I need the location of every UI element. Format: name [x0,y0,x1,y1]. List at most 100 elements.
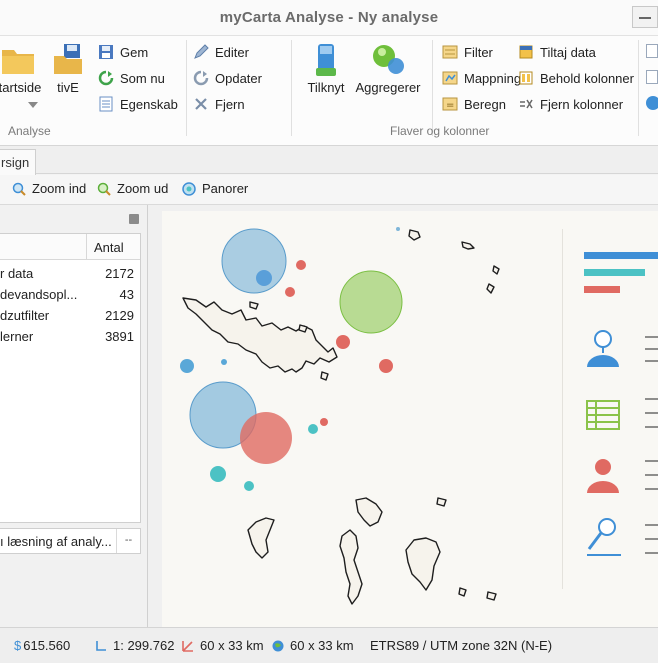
ribbon-separator [432,40,433,136]
opdater-label: Opdater [215,70,262,86]
zoom-out-icon [97,182,111,196]
minimize-button[interactable] [632,6,658,28]
chevron-down-icon [28,102,38,108]
layers-panel: Antal r data 2172 devandsopl... 43 dzutf… [0,205,148,627]
refresh-green-icon [98,70,114,86]
title-bar: myCarta Analyse - Ny analyse [0,0,658,36]
remove-icon [193,96,209,112]
status-bar: $ 615.560 1: 299.762 60 x 33 km 60 x 33 … [0,627,658,663]
fjern-kolonner-button[interactable]: Fjern kolonner [518,93,623,115]
dollar-icon: $ [14,638,22,653]
user-search-icon [587,518,621,556]
status-cost: $ 615.560 [14,638,70,653]
zoom-in-button[interactable]: Zoom ind [12,181,86,196]
user-blue-icon [587,330,619,367]
svg-text:=: = [446,100,454,111]
gem-label: Gem [120,44,149,60]
pin-icon[interactable] [129,214,139,224]
row-count: 43 [119,287,134,302]
editer-button[interactable]: Editer [193,41,249,63]
edit-icon [193,44,209,60]
filter-label: Filter [464,44,493,60]
globe-icon[interactable] [646,96,658,110]
status-extent-2-value: 60 x 33 km [290,638,354,653]
remove-columns-icon [518,96,534,112]
status-extent: 60 x 33 km [182,638,264,653]
beregn-label: Beregn [464,96,506,112]
more-icon[interactable] [646,70,658,84]
globe-icon [272,640,284,652]
user-red-icon [587,459,619,493]
tiltaj-data-label: Tiltaj data [540,44,596,60]
beregn-button[interactable]: = Beregn [442,93,506,115]
analyse-group-label: Analyse [8,124,51,138]
fjern-button[interactable]: Fjern [193,93,245,115]
pan-button[interactable]: Panorer [182,181,248,196]
column-separator[interactable] [86,234,87,260]
calculate-icon: = [442,96,458,112]
more-icon[interactable] [646,44,658,58]
filter-icon [442,44,458,60]
row-count: 3891 [105,329,134,344]
mapping-icon [442,70,458,86]
ribbon-separator [291,40,292,136]
column-header-antal[interactable]: Antal [94,240,124,255]
som-nu-button[interactable]: Som nu [98,67,165,89]
fjern-label: Fjern [215,96,245,112]
analysis-selector[interactable]: ı læsning af analy... -- [0,528,141,554]
status-crs: ETRS89 / UTM zone 32N (N-E) [370,638,552,653]
ribbon: tartside tivE Gem Som nu Egenskab Editer… [0,36,658,146]
keep-columns-icon [518,70,534,86]
zoom-out-button[interactable]: Zoom ud [97,181,168,196]
egenskab-label: Egenskab [120,96,178,112]
tiltaj-data-button[interactable]: Tiltaj data [518,41,596,63]
analysis-selector-button[interactable]: -- [116,529,140,553]
status-scale: 1: 299.762 [95,638,174,653]
gem-button[interactable]: Gem [98,41,148,63]
egenskab-button[interactable]: Egenskab [98,93,178,115]
opdater-button[interactable]: Opdater [193,67,262,89]
table-row[interactable]: lerner 3891 [0,327,140,348]
legend-bar-red [584,286,620,293]
aggregate-icon [373,45,404,74]
properties-icon [98,96,114,112]
ribbon-separator [186,40,187,136]
aggregerer-label: Aggregerer [355,80,421,95]
row-name: devandsopl... [0,287,78,302]
filter-button[interactable]: Filter [442,41,493,63]
table-row[interactable]: r data 2172 [0,264,140,285]
row-count: 2129 [105,308,134,323]
row-count: 2172 [105,266,134,281]
add-data-icon [518,44,534,60]
save-folder-icon [54,44,82,74]
row-name: r data [0,266,34,281]
table-green-icon [586,400,620,430]
extent-icon [182,640,194,652]
pan-icon [182,181,196,196]
tab-design[interactable]: rsign [0,149,36,175]
status-scale-value: 1: 299.762 [113,638,175,653]
scale-icon [95,640,107,652]
pan-label: Panorer [202,181,249,196]
tilknyt-label: Tilknyt [307,80,345,95]
mappning-button[interactable]: Mappning [442,67,521,89]
zoom-in-label: Zoom ind [32,181,87,196]
row-name: lerner [0,329,34,344]
table-row[interactable]: devandsopl... 43 [0,285,140,306]
analysis-selector-text: ı læsning af analy... [0,534,112,549]
folder-icon [2,50,34,74]
behold-kolonner-button[interactable]: Behold kolonner [518,67,634,89]
window-title: myCarta Analyse - Ny analyse [219,9,439,26]
table-row[interactable]: dzutfilter 2129 [0,306,140,327]
document-tab-strip: rsign [0,146,658,175]
zoom-out-label: Zoom ud [117,181,169,196]
ribbon-separator [638,40,639,136]
row-name: dzutfilter [0,308,50,323]
map-legend [562,229,658,589]
mappning-label: Mappning [464,70,522,86]
database-link-icon [316,44,336,76]
flaver-group-label: Flaver og kolonner [390,124,490,138]
status-extent-value: 60 x 33 km [200,638,264,653]
status-extent-2: 60 x 33 km [272,638,354,653]
tive-label: tivE [57,80,79,95]
